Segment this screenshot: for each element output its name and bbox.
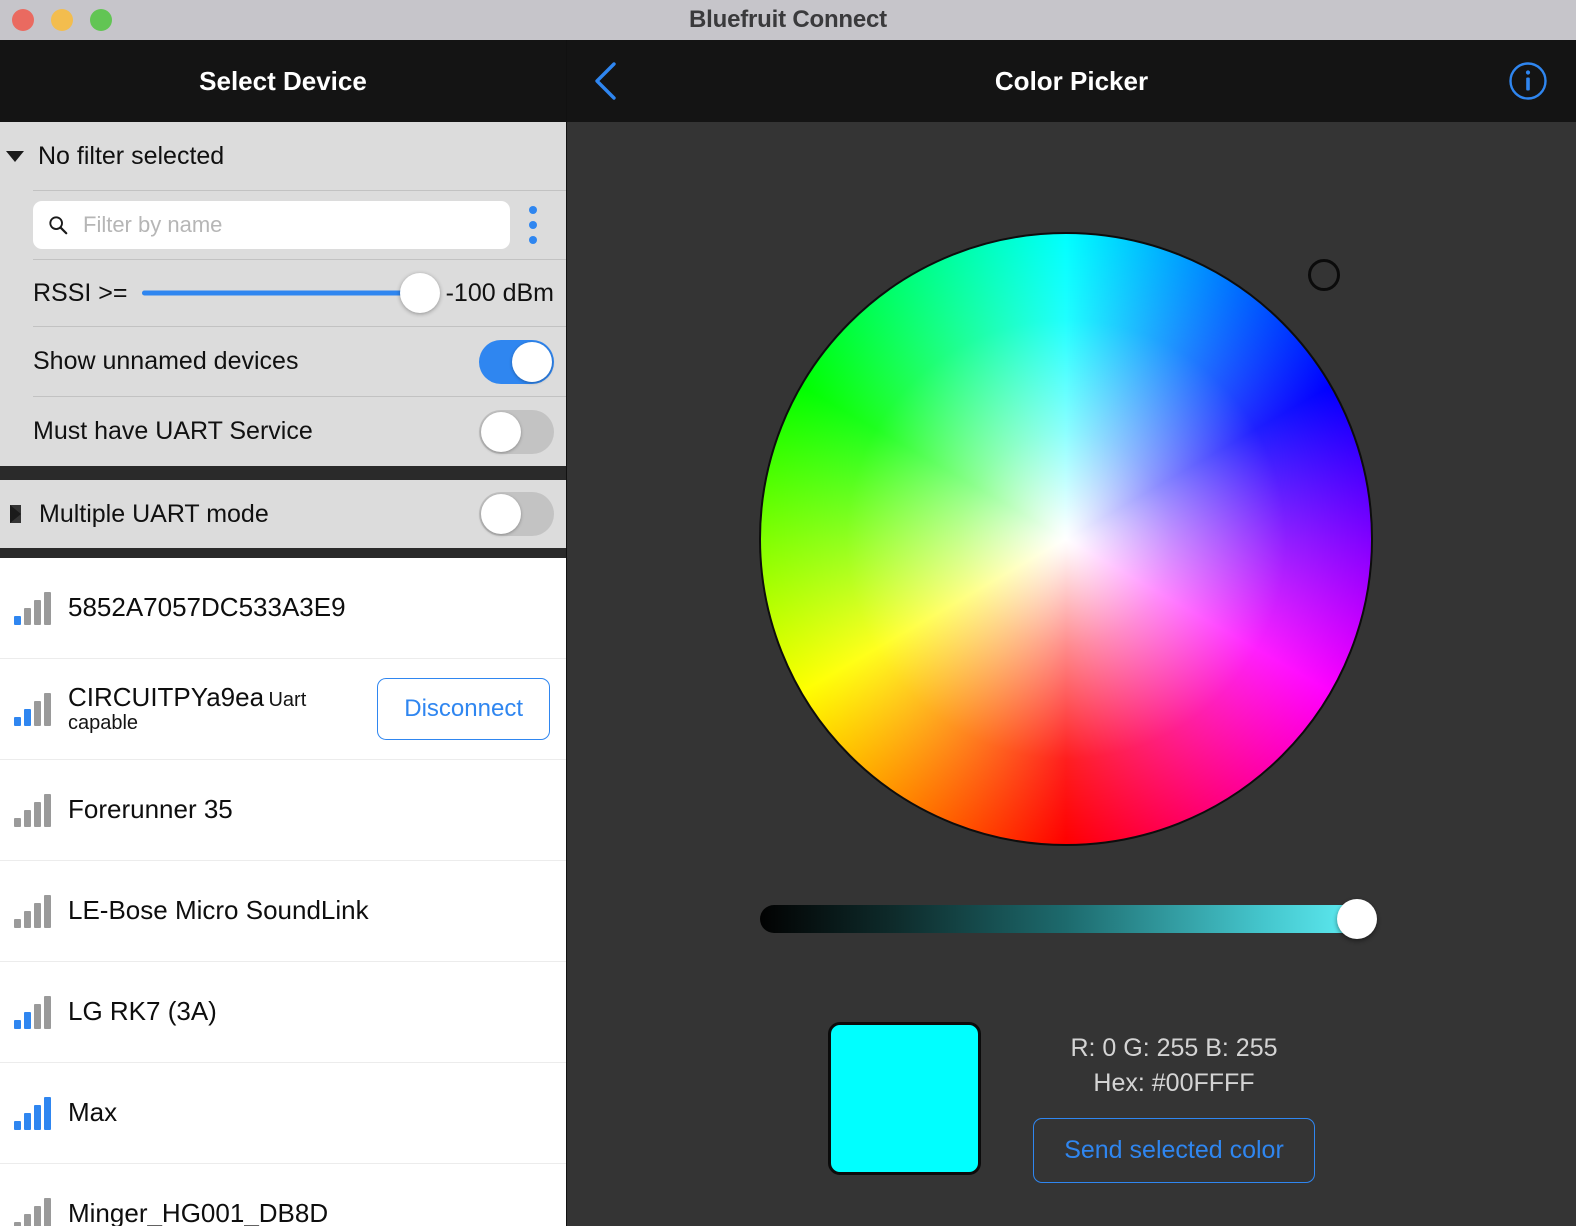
device-info: Forerunner 35 (68, 794, 550, 825)
list-item[interactable]: LG RK7 (3A) (0, 962, 566, 1063)
toggle-row-uart-service: Must have UART Service (0, 397, 566, 466)
selected-color-swatch (828, 1022, 982, 1175)
device-name: 5852A7057DC533A3E9 (68, 592, 346, 623)
toggle-show-unnamed-devices[interactable] (479, 339, 554, 384)
signal-strength-icon (14, 894, 54, 928)
brightness-slider[interactable] (760, 894, 1377, 944)
rgb-value-text: R: 0 G: 255 B: 255 (1070, 1034, 1278, 1062)
device-info: Minger_HG001_DB8D (68, 1198, 550, 1226)
multiple-uart-mode-row[interactable]: Multiple UART mode (0, 480, 566, 548)
color-wheel[interactable] (759, 232, 1373, 846)
list-item[interactable]: Max (0, 1063, 566, 1164)
signal-strength-icon (14, 591, 54, 625)
device-list: 5852A7057DC533A3E9 CIRCUITPYa9ea Uart ca… (0, 558, 566, 1226)
device-name: Forerunner 35 (68, 794, 233, 825)
device-name: Minger_HG001_DB8D (68, 1198, 329, 1226)
color-picker-pane: Color Picker R: 0 G: 255 B: 255 Hex: #00… (567, 40, 1576, 1226)
rssi-slider-fill (141, 290, 420, 296)
filter-panel: No filter selected Filter by name RSSI >… (0, 122, 566, 466)
search-icon (49, 216, 68, 235)
signal-strength-icon (14, 1096, 54, 1130)
device-info: CIRCUITPYa9ea Uart capable (68, 681, 377, 736)
brightness-slider-thumb[interactable] (1337, 899, 1377, 939)
rssi-value: -100 dBm (445, 278, 554, 307)
toggle-multiple-uart-mode[interactable] (479, 492, 554, 536)
sidebar-header: Select Device (0, 40, 566, 122)
list-item[interactable]: Minger_HG001_DB8D (0, 1164, 566, 1226)
list-item[interactable]: Forerunner 35 (0, 760, 566, 861)
toggle-must-have-uart-service[interactable] (479, 409, 554, 454)
rssi-label: RSSI >= (33, 278, 128, 307)
filter-panel-header[interactable]: No filter selected (0, 122, 566, 190)
window-title: Bluefruit Connect (689, 6, 887, 33)
detail-header: Color Picker (567, 40, 1576, 122)
page-title: Color Picker (994, 65, 1149, 96)
toggle-label-show-unnamed: Show unnamed devices (33, 347, 299, 375)
brightness-slider-track (760, 905, 1372, 933)
title-bar: Bluefruit Connect (0, 0, 1576, 40)
device-info: LG RK7 (3A) (68, 996, 550, 1027)
device-name: LE-Bose Micro SoundLink (68, 895, 369, 926)
list-item[interactable]: CIRCUITPYa9ea Uart capable Disconnect (0, 659, 566, 760)
kebab-menu-icon[interactable] (510, 206, 556, 244)
color-readout-row: R: 0 G: 255 B: 255 Hex: #00FFFF Send sel… (567, 1022, 1576, 1183)
device-name: LG RK7 (3A) (68, 996, 217, 1027)
signal-strength-icon (14, 793, 54, 827)
device-info: 5852A7057DC533A3E9 (68, 592, 550, 623)
picker-area: R: 0 G: 255 B: 255 Hex: #00FFFF Send sel… (567, 122, 1576, 1226)
rssi-row: RSSI >= -100 dBm (0, 260, 566, 326)
list-item[interactable]: 5852A7057DC533A3E9 (0, 558, 566, 659)
app-window: Bluefruit Connect Select Device No filte… (0, 0, 1576, 1226)
disconnect-button[interactable]: Disconnect (377, 678, 550, 740)
signal-strength-icon (14, 995, 54, 1029)
section-separator (0, 466, 566, 480)
rssi-slider-thumb[interactable] (400, 273, 440, 313)
filter-panel-title: No filter selected (38, 141, 225, 170)
signal-strength-icon (14, 1197, 54, 1226)
multiple-uart-mode-label: Multiple UART mode (39, 499, 269, 528)
rssi-slider[interactable] (141, 273, 440, 313)
color-values: R: 0 G: 255 B: 255 Hex: #00FFFF Send sel… (1033, 1022, 1315, 1183)
toggle-label-uart-service: Must have UART Service (33, 417, 313, 445)
chevron-down-icon (6, 150, 24, 162)
send-selected-color-button[interactable]: Send selected color (1033, 1118, 1315, 1183)
signal-strength-icon (14, 692, 54, 726)
main-body: Select Device No filter selected Filter … (0, 40, 1576, 1226)
device-name: CIRCUITPYa9ea (68, 681, 265, 712)
traffic-lights (12, 0, 112, 40)
zoom-button[interactable] (90, 9, 112, 31)
filter-search-row (0, 191, 566, 259)
device-name: Max (68, 1097, 118, 1128)
list-item[interactable]: LE-Bose Micro SoundLink (0, 861, 566, 962)
toggle-row-show-unnamed: Show unnamed devices (0, 327, 566, 396)
device-info: LE-Bose Micro SoundLink (68, 895, 550, 926)
color-wheel-cursor[interactable] (1308, 259, 1340, 291)
search-input[interactable] (83, 212, 500, 238)
section-separator (0, 548, 566, 558)
device-sidebar: Select Device No filter selected Filter … (0, 40, 567, 1226)
chevron-right-icon (10, 505, 21, 523)
device-info: Max (68, 1097, 550, 1128)
close-button[interactable] (12, 9, 34, 31)
back-chevron-icon[interactable] (589, 59, 623, 103)
hex-value-text: Hex: #00FFFF (1093, 1069, 1255, 1097)
minimize-button[interactable] (51, 9, 73, 31)
info-icon[interactable] (1508, 61, 1548, 101)
search-box[interactable] (33, 201, 510, 249)
